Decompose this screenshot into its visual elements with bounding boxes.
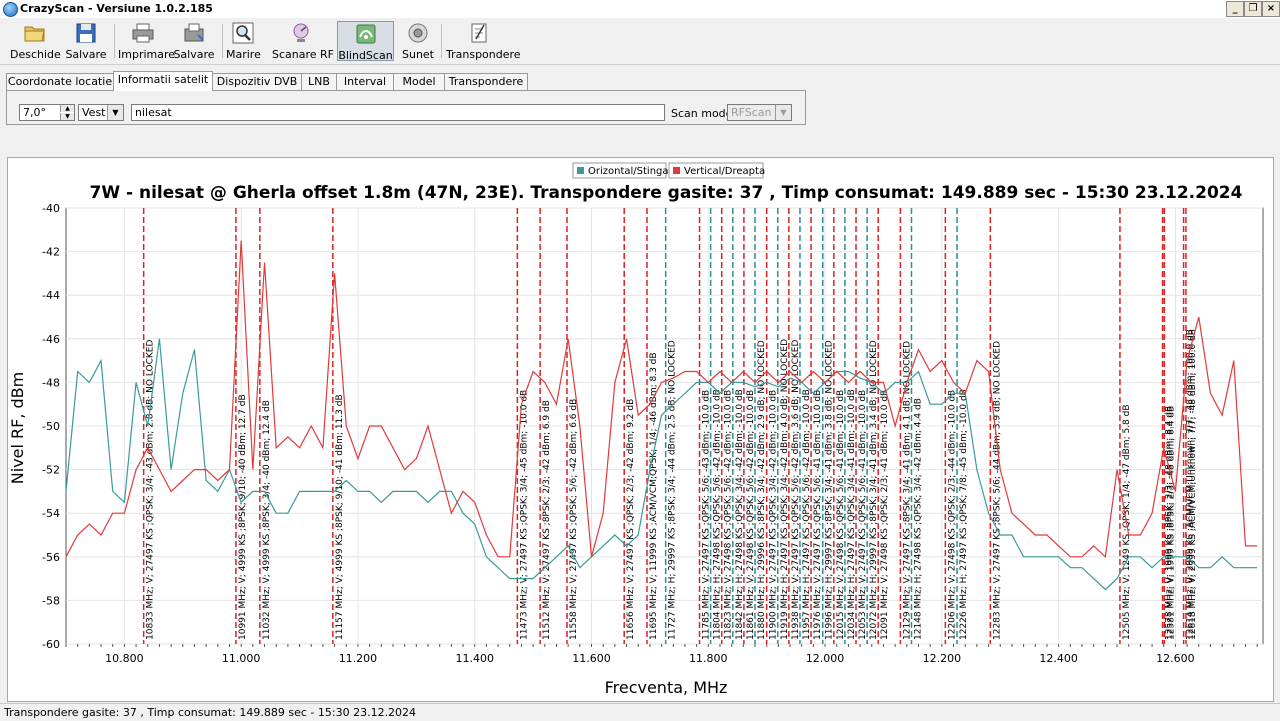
spectrum-chart-panel: Orizontal/Stinga Vertical/Dreapta 7W - n… <box>7 157 1274 702</box>
y-tick-label: -60 <box>42 638 60 651</box>
save-image-icon <box>184 23 204 42</box>
satellite-name-input[interactable]: nilesat <box>131 104 665 121</box>
transponder-label: 12206 MHz; V; 27498 KS ;QPSK; 2/3; -44 d… <box>947 390 957 640</box>
y-tick-label: -44 <box>42 289 60 302</box>
tab-transpondere[interactable]: Transpondere <box>444 73 528 90</box>
transponder-label: 12283 MHz; V; 27497 KS ;8PSK; 5/6; -44 d… <box>992 341 1002 640</box>
rf-scan-button[interactable]: Scanare RF <box>272 21 334 61</box>
y-tick-label: -52 <box>42 464 60 477</box>
maximize-button[interactable]: ❐ <box>1244 1 1262 17</box>
scan-mode-value: RFScan <box>731 106 772 119</box>
x-tick-label: 11.200 <box>339 652 378 665</box>
spectrum-chart: Orizontal/Stinga Vertical/Dreapta 7W - n… <box>8 162 1264 697</box>
zoom-button[interactable]: Marire <box>226 21 261 61</box>
x-tick-label: 11.800 <box>689 652 728 665</box>
x-tick-label: 10.800 <box>105 652 144 665</box>
y-tick-label: -56 <box>42 551 60 564</box>
status-bar: Transpondere gasite: 37 , Timp consumat:… <box>0 703 1280 721</box>
close-button[interactable]: × <box>1262 1 1280 17</box>
notepad-icon <box>471 23 487 43</box>
toolbar-separator <box>114 24 115 58</box>
y-tick-label: -50 <box>42 420 60 433</box>
chevron-down-icon: ▼ <box>107 105 123 120</box>
floppy-disk-icon <box>76 23 96 43</box>
save-button[interactable]: Salvare <box>64 21 108 61</box>
x-tick-label: 12.400 <box>1039 652 1078 665</box>
transponder-label: 12581 MHz; V; 1999 KS ;8PSK; 2/3; -48 dB… <box>1166 406 1176 640</box>
direction-value: Vest <box>82 106 106 119</box>
transponder-label: 11473 MHz; V; 27497 KS ;QPSK; 3/4; -45 d… <box>519 390 529 640</box>
orbital-position-spinner[interactable]: 7,0° ▲ ▼ <box>19 104 75 121</box>
blindscan-icon <box>356 24 375 44</box>
transponder-label: 10991 MHz; V; 4999 KS ;8PSK; 9/10; -40 d… <box>238 394 248 640</box>
scan-mode-label: Scan mode <box>671 107 733 120</box>
tab-model[interactable]: Model <box>393 73 445 90</box>
y-tick-label: -58 <box>42 594 60 607</box>
x-tick-label: 12.600 <box>1156 652 1195 665</box>
scan-mode-select[interactable]: RFScan ▼ <box>727 104 792 121</box>
y-tick-label: -40 <box>42 202 60 215</box>
orbital-position-value: 7,0° <box>23 106 46 119</box>
tab-coordonate-locatie[interactable]: Coordonate locatie <box>6 73 114 90</box>
transponder-label: 12148 MHz; H; 27498 KS ;QPSK; 3/4; -42 d… <box>913 398 923 640</box>
y-axis-label: Nivel RF, dBm <box>8 372 27 484</box>
transponder-label: 11656 MHz; V; 27497 KS ;QPSK; 2/3; -42 d… <box>626 399 636 640</box>
zoom-icon <box>232 22 254 44</box>
chart-legend: Orizontal/Stinga Vertical/Dreapta <box>572 162 765 179</box>
status-text: Transpondere gasite: 37 , Timp consumat:… <box>4 706 417 719</box>
printer-icon <box>132 23 154 43</box>
blindscan-button[interactable]: BlindScan <box>337 21 394 62</box>
chart-title: 7W - nilesat @ Gherla offset 1.8m (47N, … <box>90 183 1243 203</box>
rf-scan-icon <box>293 23 309 42</box>
legend-vertical-label: Vertical/Dreapta <box>684 166 765 177</box>
tab-informatii-satelit[interactable]: Informatii satelit <box>113 71 213 91</box>
transponder-label: 12091 MHz; V; 27498 KS ;QPSK; 2/3; -41 d… <box>880 390 890 640</box>
transponder-label: 12226 MHz; H; 27497 KS ;QPSK; 7/8; -45 d… <box>959 389 969 640</box>
x-axis-label: Frecventa, MHz <box>605 678 728 697</box>
x-tick-label: 12.000 <box>806 652 845 665</box>
x-tick-label: 12.200 <box>923 652 962 665</box>
sound-button[interactable]: Sunet <box>401 21 435 61</box>
direction-select[interactable]: Vest ▼ <box>78 104 124 121</box>
open-button[interactable]: Deschide <box>10 21 61 61</box>
transponders-button[interactable]: Transpondere <box>446 21 521 61</box>
spin-up-icon[interactable]: ▲ <box>60 105 74 112</box>
toolbar-separator <box>222 24 223 58</box>
transponder-label: 11727 MHz; H; 29997 KS ;8PSK; 3/4; -44 d… <box>668 340 678 640</box>
transponder-label: 11512 MHz; V; 27497 KS ;8PSK; 2/3; -42 d… <box>542 400 552 640</box>
x-tick-label: 11.400 <box>455 652 494 665</box>
y-tick-label: -54 <box>42 507 60 520</box>
y-tick-label: -46 <box>42 333 60 346</box>
x-tick-label: 11.000 <box>222 652 261 665</box>
toolbar: Deschide Salvare Imprimare Salvare Marir… <box>0 18 1280 65</box>
transponder-label: 11976 MHz; V; 27497 KS ;QPSK; 5/6; -41 d… <box>813 390 823 640</box>
transponder-label: 12618 MHz; V; 2999 KS ;ACM/VCM;Unknown; … <box>1188 329 1198 640</box>
transponder-label: 11032 MHz; V; 4999 KS ;8PSK; 3/4; -40 dB… <box>262 400 272 640</box>
app-logo-icon <box>3 2 18 17</box>
speaker-icon <box>408 23 428 43</box>
legend-horizontal-label: Orizontal/Stinga <box>588 166 669 177</box>
save-image-button[interactable]: Salvare <box>172 21 216 61</box>
tab-dispozitiv-dvb[interactable]: Dispozitiv DVB <box>212 73 302 90</box>
toolbar-separator <box>441 24 442 58</box>
legend-horizontal-swatch <box>577 167 584 174</box>
y-tick-label: -48 <box>42 376 60 389</box>
window-title: CrazyScan - Versiune 1.0.2.185 <box>20 2 213 15</box>
transponder-label: 10833 MHz; V; 27497 KS ;QPSK; 3/4; -43 d… <box>146 340 156 640</box>
spin-down-icon[interactable]: ▼ <box>60 113 74 120</box>
print-button[interactable]: Imprimare <box>118 21 175 61</box>
legend-vertical-swatch <box>673 167 680 174</box>
folder-icon <box>24 26 45 42</box>
minimize-button[interactable]: _ <box>1226 1 1244 17</box>
tab-interval[interactable]: Interval <box>336 73 394 90</box>
y-tick-label: -42 <box>42 246 60 259</box>
title-bar: CrazyScan - Versiune 1.0.2.185 _ ❐ × <box>0 0 1280 19</box>
tab-lnb[interactable]: LNB <box>301 73 337 90</box>
chevron-down-icon: ▼ <box>775 105 791 120</box>
satellite-name-value: nilesat <box>135 106 172 119</box>
transponder-label: 11558 MHz; V; 27497 KS ;QPSK; 5/6; -42 d… <box>569 399 579 640</box>
transponder-label: 11157 MHz; V; 4999 KS ;8PSK; 9/10; -41 d… <box>335 394 345 640</box>
x-tick-label: 11.600 <box>572 652 611 665</box>
